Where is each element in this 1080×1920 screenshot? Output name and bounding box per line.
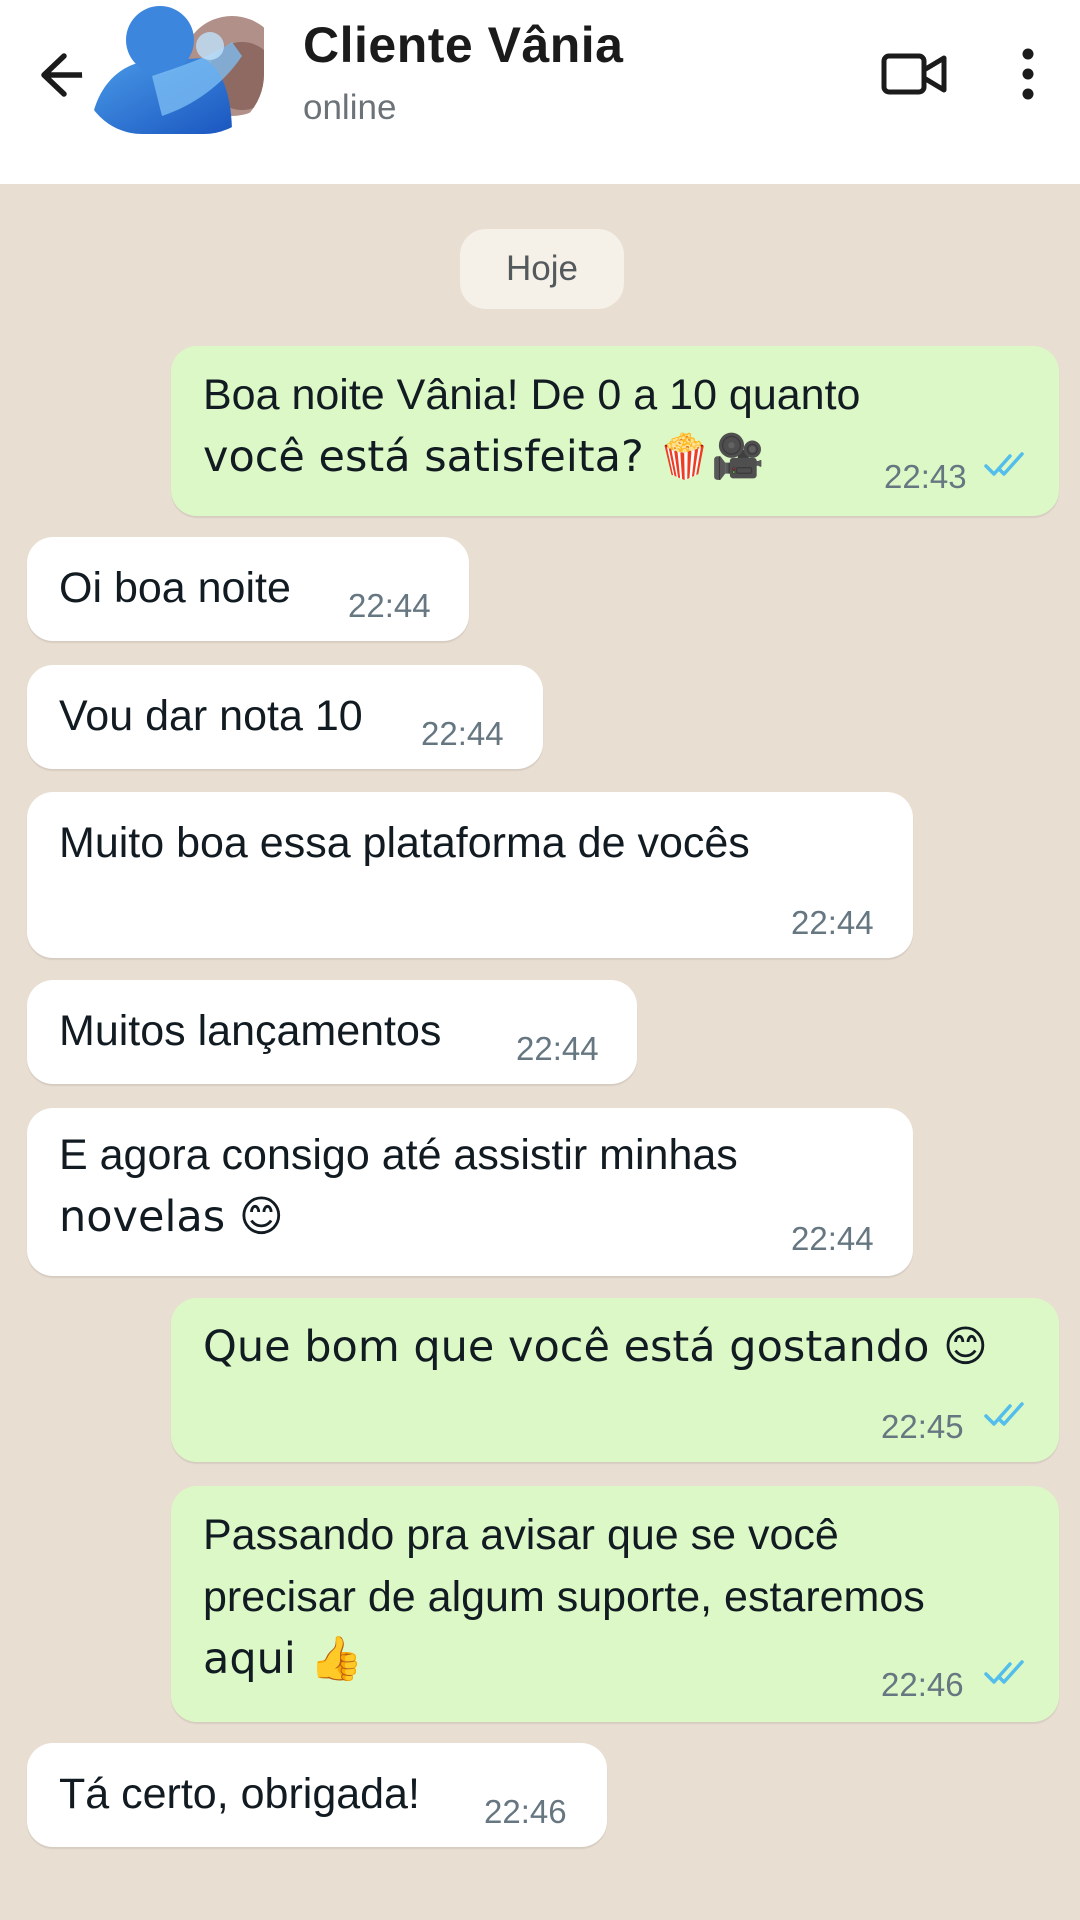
message-text: precisar de algum suporte, estaremos: [203, 1573, 925, 1621]
message-bubble-incoming[interactable]: Vou dar nota 10 22:44: [27, 665, 543, 769]
message-text: Muito boa essa plataforma de vocês: [59, 819, 750, 867]
message-text: você está satisfeita? 🍿🎥: [203, 432, 765, 482]
message-text: novelas 😊: [59, 1192, 284, 1242]
double-check-icon: [984, 452, 1024, 476]
message-text: aqui 👍: [203, 1634, 364, 1684]
chat-area[interactable]: Hoje Boa noite Vânia! De 0 a 10 quanto v…: [0, 184, 1080, 1920]
avatar[interactable]: [82, 6, 264, 134]
message-text: Tá certo, obrigada!: [59, 1770, 420, 1818]
message-text: Vou dar nota 10: [59, 692, 363, 740]
message-time: 22:43: [884, 458, 967, 495]
message-bubble-outgoing[interactable]: Que bom que você está gostando 😊 22:45: [171, 1298, 1059, 1462]
more-options-button[interactable]: [1005, 44, 1051, 104]
video-camera-icon: [881, 53, 947, 95]
message-text: Boa noite Vânia! De 0 a 10 quanto: [203, 371, 861, 419]
message-text: Que bom que você está gostando 😊: [203, 1322, 988, 1372]
more-vertical-icon: [1022, 48, 1034, 100]
message-bubble-outgoing[interactable]: Boa noite Vânia! De 0 a 10 quanto você e…: [171, 346, 1059, 516]
date-separator: Hoje: [460, 229, 624, 309]
message-bubble-outgoing[interactable]: Passando pra avisar que se você precisar…: [171, 1486, 1059, 1722]
message-text: Oi boa noite: [59, 564, 291, 612]
message-bubble-incoming[interactable]: Muitos lançamentos 22:44: [27, 980, 637, 1084]
message-time: 22:44: [421, 715, 504, 752]
message-bubble-incoming[interactable]: Muito boa essa plataforma de vocês 22:44: [27, 792, 913, 958]
double-check-icon: [984, 1660, 1024, 1684]
message-time: 22:46: [484, 1793, 567, 1830]
message-time: 22:44: [791, 1220, 874, 1257]
message-bubble-incoming[interactable]: Oi boa noite 22:44: [27, 537, 469, 641]
message-text: Passando pra avisar que se você: [203, 1511, 839, 1559]
contact-status: online: [303, 88, 397, 127]
message-time: 22:44: [516, 1030, 599, 1067]
message-bubble-incoming[interactable]: Tá certo, obrigada! 22:46: [27, 1743, 607, 1847]
message-bubble-incoming[interactable]: E agora consigo até assistir minhas nove…: [27, 1108, 913, 1276]
message-time: 22:45: [881, 1408, 964, 1445]
video-call-button[interactable]: [880, 46, 950, 102]
chat-header: Cliente Vânia online: [0, 0, 1080, 184]
message-text: E agora consigo até assistir minhas: [59, 1131, 738, 1179]
message-time: 22:44: [791, 904, 874, 941]
message-text: Muitos lançamentos: [59, 1007, 442, 1055]
double-check-icon: [984, 1402, 1024, 1426]
message-time: 22:44: [348, 587, 431, 624]
message-time: 22:46: [881, 1666, 964, 1703]
contact-name[interactable]: Cliente Vânia: [303, 16, 624, 74]
